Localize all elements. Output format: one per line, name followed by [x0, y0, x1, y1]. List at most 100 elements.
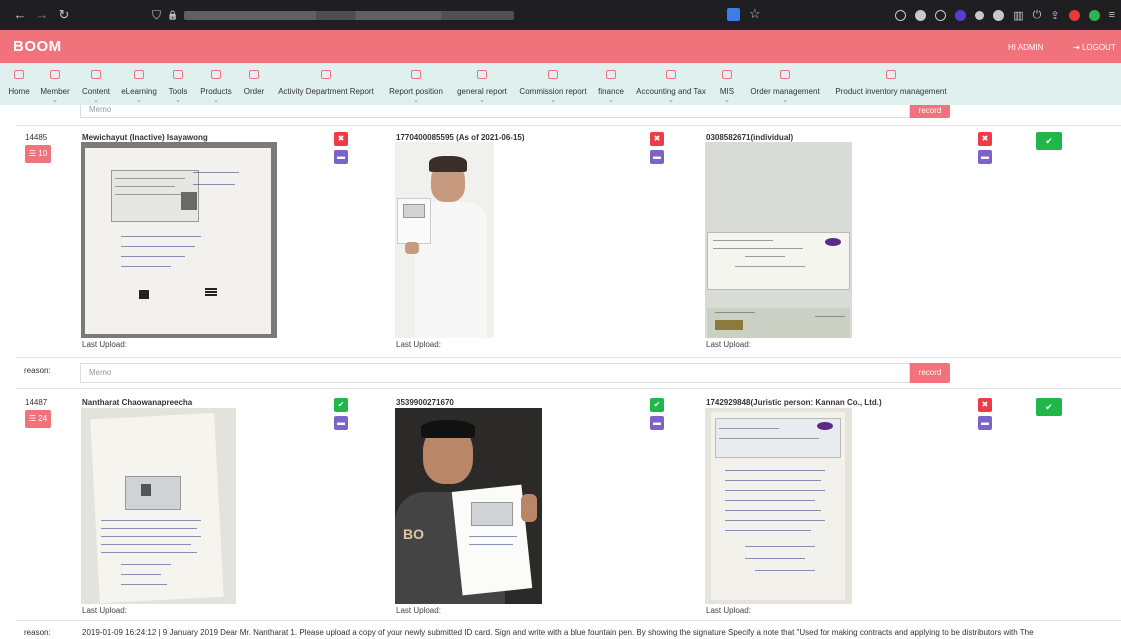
- id-card-photo[interactable]: [81, 408, 236, 604]
- home-icon: [14, 70, 24, 79]
- back-icon[interactable]: ←: [10, 7, 30, 22]
- user-greeting: HI ADMIN: [1008, 43, 1044, 52]
- document-title: 3539900271670: [396, 398, 454, 407]
- last-upload-label: Last Upload:: [396, 606, 441, 615]
- power-icon[interactable]: ⏻: [1033, 9, 1042, 22]
- edit-button[interactable]: ▬: [650, 150, 664, 164]
- reason-text: 2019-01-09 16:24:12 | 9 January 2019 Dea…: [82, 628, 1034, 637]
- chevron-down-icon: ⌄: [413, 97, 419, 104]
- redacted-url: [184, 10, 515, 20]
- reject-button[interactable]: ✖: [650, 132, 664, 146]
- palette-extension-icon[interactable]: [935, 9, 947, 21]
- document-count-button[interactable]: ☰ 10: [25, 145, 51, 163]
- edit-button[interactable]: ▬: [334, 150, 348, 164]
- edit-button[interactable]: ▬: [650, 416, 664, 430]
- selfie-with-id-photo[interactable]: [395, 142, 494, 338]
- account-icon[interactable]: [915, 9, 927, 21]
- reject-button[interactable]: ✖: [978, 132, 992, 146]
- menu-item-activity-department-report[interactable]: Activity Department Report: [270, 63, 382, 105]
- brand-logo[interactable]: BOOM: [13, 38, 62, 55]
- menu-item-order-management[interactable]: Order management ⌄: [742, 63, 828, 105]
- menu-item-tools[interactable]: Tools ⌄: [162, 63, 194, 105]
- member-id: 14487: [25, 398, 48, 407]
- memo-input[interactable]: Memo: [80, 105, 910, 118]
- report-position-icon: [411, 70, 421, 79]
- inventory-icon: [886, 70, 896, 79]
- bank-book-photo[interactable]: [705, 142, 852, 338]
- record-button[interactable]: record: [910, 105, 950, 118]
- menu-item-mis[interactable]: MIS ⌄: [712, 63, 742, 105]
- chevron-down-icon: ⌄: [213, 97, 219, 104]
- browser-menu-icon[interactable]: ≡: [1109, 9, 1115, 21]
- last-upload-label: Last Upload:: [706, 340, 751, 349]
- selfie-with-id-photo[interactable]: BO: [395, 408, 542, 604]
- member-name: Nantharat Chaowanapreecha: [82, 398, 193, 407]
- mis-icon: [722, 70, 732, 79]
- badge-extension-icon[interactable]: [955, 9, 967, 21]
- bookmark-star-icon[interactable]: ☆: [749, 6, 761, 22]
- menu-item-products[interactable]: Products ⌄: [194, 63, 238, 105]
- document-title: 0308582671(individual): [706, 133, 794, 142]
- edit-button[interactable]: ▬: [978, 416, 992, 430]
- approve-button[interactable]: ✔: [1036, 398, 1062, 416]
- menu-item-general-report[interactable]: general report ⌄: [450, 63, 514, 105]
- chevron-down-icon: ⌄: [52, 97, 58, 104]
- id-card-photo[interactable]: [81, 142, 277, 338]
- share-icon[interactable]: ⇪: [1050, 9, 1059, 22]
- edit-button[interactable]: ▬: [978, 150, 992, 164]
- forward-icon[interactable]: →: [32, 7, 52, 22]
- chevron-down-icon: ⌄: [136, 97, 142, 104]
- browser-toolbar: ← → ↻ ⛉ 🔒 ☆ ▥ ⏻ ⇪ ≡: [0, 0, 1121, 30]
- extension-icons: ▥ ⏻ ⇪ ≡: [895, 0, 1115, 30]
- edit-button[interactable]: ▬: [334, 416, 348, 430]
- elearning-icon: [134, 70, 144, 79]
- menu-item-commission-report[interactable]: Commission report ⌄: [514, 63, 592, 105]
- row-divider: [16, 125, 1121, 126]
- red-extension-icon[interactable]: [1068, 9, 1080, 21]
- reject-button[interactable]: ✖: [334, 132, 348, 146]
- menu-item-order[interactable]: Order: [238, 63, 270, 105]
- chevron-down-icon: ⌄: [175, 97, 181, 104]
- commission-icon: [548, 70, 558, 79]
- approve-button[interactable]: ✔: [650, 398, 664, 412]
- menu-item-product-inventory-management[interactable]: Product inventory management: [828, 63, 954, 105]
- menu-item-report-position[interactable]: Report position ⌄: [382, 63, 450, 105]
- tag-extension-icon[interactable]: [975, 10, 985, 20]
- timer-extension-icon[interactable]: [895, 9, 907, 21]
- record-button[interactable]: record: [910, 363, 950, 383]
- document-count-button[interactable]: ☰ 24: [25, 410, 51, 428]
- notification-extension-icon[interactable]: [993, 9, 1005, 21]
- logout-label: LOGOUT: [1081, 43, 1116, 52]
- menu-item-accounting-and-tax[interactable]: Accounting and Tax ⌄: [630, 63, 712, 105]
- approve-button[interactable]: ✔: [334, 398, 348, 412]
- document-title: 1770400085595 (As of 2021-06-15): [396, 133, 525, 142]
- shield-icon: ⛉: [152, 7, 162, 22]
- green-extension-icon[interactable]: [1088, 9, 1100, 21]
- main-menu: Home Member ⌄ Content ⌄ eLearning ⌄ Tools ⌄ …: [0, 63, 1121, 105]
- activity-icon: [321, 70, 331, 79]
- chevron-down-icon: ⌄: [608, 97, 614, 104]
- document-title: 1742929848(Juristic person: Kannan Co., …: [706, 398, 882, 407]
- chevron-down-icon: ⌄: [668, 97, 674, 104]
- approve-button[interactable]: ✔: [1036, 132, 1062, 150]
- member-icon: [50, 70, 60, 79]
- chevron-down-icon: ⌄: [550, 97, 556, 104]
- clipboard-icon[interactable]: ▥: [1013, 9, 1023, 22]
- menu-item-content[interactable]: Content ⌄: [76, 63, 116, 105]
- chevron-down-icon: ⌄: [479, 97, 485, 104]
- menu-item-finance[interactable]: finance ⌄: [592, 63, 630, 105]
- address-bar[interactable]: ⛉ 🔒: [152, 5, 568, 25]
- chevron-down-icon: ⌄: [724, 97, 730, 104]
- member-id: 14485: [25, 133, 48, 142]
- menu-item-home[interactable]: Home: [4, 63, 34, 105]
- logout-link[interactable]: ⇥ LOGOUT: [1073, 43, 1116, 52]
- bank-book-photo[interactable]: [705, 408, 852, 604]
- memo-input[interactable]: Memo: [80, 363, 910, 383]
- accounting-icon: [666, 70, 676, 79]
- menu-item-member[interactable]: Member ⌄: [34, 63, 76, 105]
- last-upload-label: Last Upload:: [82, 340, 127, 349]
- menu-item-elearning[interactable]: eLearning ⌄: [116, 63, 162, 105]
- reload-icon[interactable]: ↻: [54, 7, 74, 23]
- translate-icon[interactable]: [727, 8, 740, 21]
- reject-button[interactable]: ✖: [978, 398, 992, 412]
